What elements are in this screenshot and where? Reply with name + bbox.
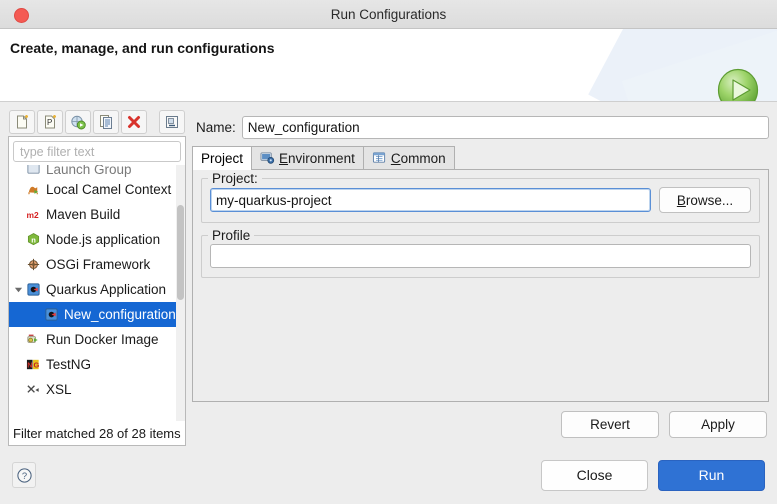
- filter-status-label: Filter matched 28 of 28 items: [9, 421, 185, 445]
- tree-item-label: Maven Build: [46, 207, 121, 222]
- project-group: Project: Browse...: [201, 171, 760, 223]
- tab-label: Environment: [279, 150, 355, 166]
- config-tab-folder: Project Environment Common Project: my-q…: [192, 145, 769, 402]
- tree-item-label: Node.js application: [46, 232, 161, 247]
- quarkus-icon: [25, 281, 42, 298]
- tree-item-label: Local Camel Context: [46, 182, 172, 197]
- dialog-footer: ? Close Run: [0, 446, 777, 504]
- profile-group-title: Profile: [208, 228, 255, 243]
- tree-item-quarkus-application[interactable]: Quarkus Application: [9, 277, 185, 302]
- run-button[interactable]: Run: [658, 459, 765, 491]
- tree-item-label: Run Docker Image: [46, 332, 159, 347]
- docker-run-icon: [25, 331, 42, 348]
- name-row: Name:: [192, 108, 769, 145]
- new-prototype-button[interactable]: P: [37, 110, 63, 134]
- apply-button[interactable]: Apply: [669, 411, 767, 438]
- launch-config-tree-pane: P type filter text Launch Group Local Ca…: [8, 108, 186, 446]
- export-launch-configuration-button[interactable]: [65, 110, 91, 134]
- tree-item-new-configuration[interactable]: New_configuration: [9, 302, 185, 327]
- chevron-down-icon[interactable]: [13, 285, 23, 295]
- run-play-icon: [715, 67, 761, 101]
- common-icon: [372, 151, 387, 165]
- project-row: Browse...: [210, 187, 751, 213]
- tree-item-label: TestNG: [46, 357, 92, 372]
- svg-text:G: G: [34, 360, 40, 369]
- profile-input[interactable]: [210, 244, 751, 268]
- new-launch-configuration-button[interactable]: [9, 110, 35, 134]
- nodejs-icon: n: [25, 231, 42, 248]
- help-question-icon[interactable]: ?: [12, 462, 36, 488]
- tree-item-nodejs-application[interactable]: n Node.js application: [9, 227, 185, 252]
- browse-button[interactable]: Browse...: [659, 187, 751, 213]
- config-tab-strip: Project Environment Common: [192, 145, 769, 170]
- svg-text:n: n: [31, 235, 36, 244]
- tab-environment[interactable]: Environment: [251, 146, 364, 169]
- svg-text:m2: m2: [26, 210, 38, 220]
- tree-item-maven-build[interactable]: m2 Maven Build: [9, 202, 185, 227]
- testng-icon: N G: [25, 356, 42, 373]
- tree-items-list[interactable]: Launch Group Local Camel Context m2 Mave…: [9, 165, 185, 421]
- dialog-body: P type filter text Launch Group Local Ca…: [0, 102, 777, 446]
- tab-panel-project: Project: Browse... Profile: [192, 170, 769, 402]
- configuration-editor-pane: Name: Project: [192, 108, 769, 446]
- revert-button[interactable]: Revert: [561, 411, 659, 438]
- revert-apply-row: Revert Apply: [192, 402, 769, 446]
- profile-row: [210, 244, 751, 268]
- camel-icon: [25, 181, 42, 198]
- tab-common[interactable]: Common: [362, 146, 455, 169]
- tab-label: Common: [390, 150, 446, 166]
- close-button[interactable]: Close: [541, 459, 648, 491]
- maven-m2-icon: m2: [25, 206, 42, 223]
- launch-group-icon: [25, 165, 42, 177]
- quarkus-icon: [43, 306, 60, 323]
- svg-text:P: P: [47, 118, 52, 127]
- tree-item-label: XSL: [46, 382, 72, 397]
- tree-item-local-camel-context[interactable]: Local Camel Context: [9, 177, 185, 202]
- tree-item-testng[interactable]: N G TestNG: [9, 352, 185, 377]
- tree-item-label: Launch Group: [46, 165, 132, 177]
- duplicate-button[interactable]: [93, 110, 119, 134]
- tree-item-launch-group[interactable]: Launch Group: [9, 165, 185, 177]
- tree-item-run-docker-image[interactable]: Run Docker Image: [9, 327, 185, 352]
- tree-toolbar: P: [8, 108, 186, 136]
- tab-project[interactable]: Project: [192, 146, 253, 170]
- window-title: Run Configurations: [330, 6, 447, 22]
- page-title: Create, manage, and run configurations: [10, 40, 275, 56]
- svg-text:N: N: [27, 360, 32, 369]
- tree-item-label: New_configuration: [64, 307, 176, 322]
- tree-item-xsl[interactable]: XSL: [9, 377, 185, 402]
- launch-config-tree: Launch Group Local Camel Context: [8, 136, 186, 446]
- environment-icon: [260, 151, 275, 165]
- osgi-icon: [25, 256, 42, 273]
- run-configurations-dialog: Run Configurations Create, manage, and r…: [0, 0, 777, 504]
- dialog-header: Create, manage, and run configurations: [0, 29, 777, 102]
- collapse-all-button[interactable]: [159, 110, 185, 134]
- tab-label: Project: [201, 151, 244, 166]
- tree-scrollbar-thumb[interactable]: [177, 205, 184, 300]
- tree-item-label: Quarkus Application: [46, 282, 167, 297]
- svg-text:?: ?: [21, 470, 26, 481]
- tree-item-label: OSGi Framework: [46, 257, 151, 272]
- name-label: Name:: [196, 120, 236, 135]
- close-dot-icon[interactable]: [14, 8, 29, 23]
- tree-item-quarkus-application-wrap: Quarkus Application: [9, 277, 185, 302]
- tree-item-osgi-framework[interactable]: OSGi Framework: [9, 252, 185, 277]
- profile-group: Profile: [201, 228, 760, 278]
- tree-vertical-scrollbar[interactable]: [176, 165, 185, 421]
- filter-input[interactable]: [13, 141, 181, 162]
- name-input[interactable]: [241, 116, 769, 139]
- project-group-title: Project:: [208, 171, 262, 186]
- title-bar: Run Configurations: [0, 0, 777, 29]
- project-input[interactable]: [210, 188, 651, 212]
- xsl-icon: [25, 381, 42, 398]
- delete-x-button[interactable]: [121, 110, 147, 134]
- filter-wrap: [9, 137, 185, 165]
